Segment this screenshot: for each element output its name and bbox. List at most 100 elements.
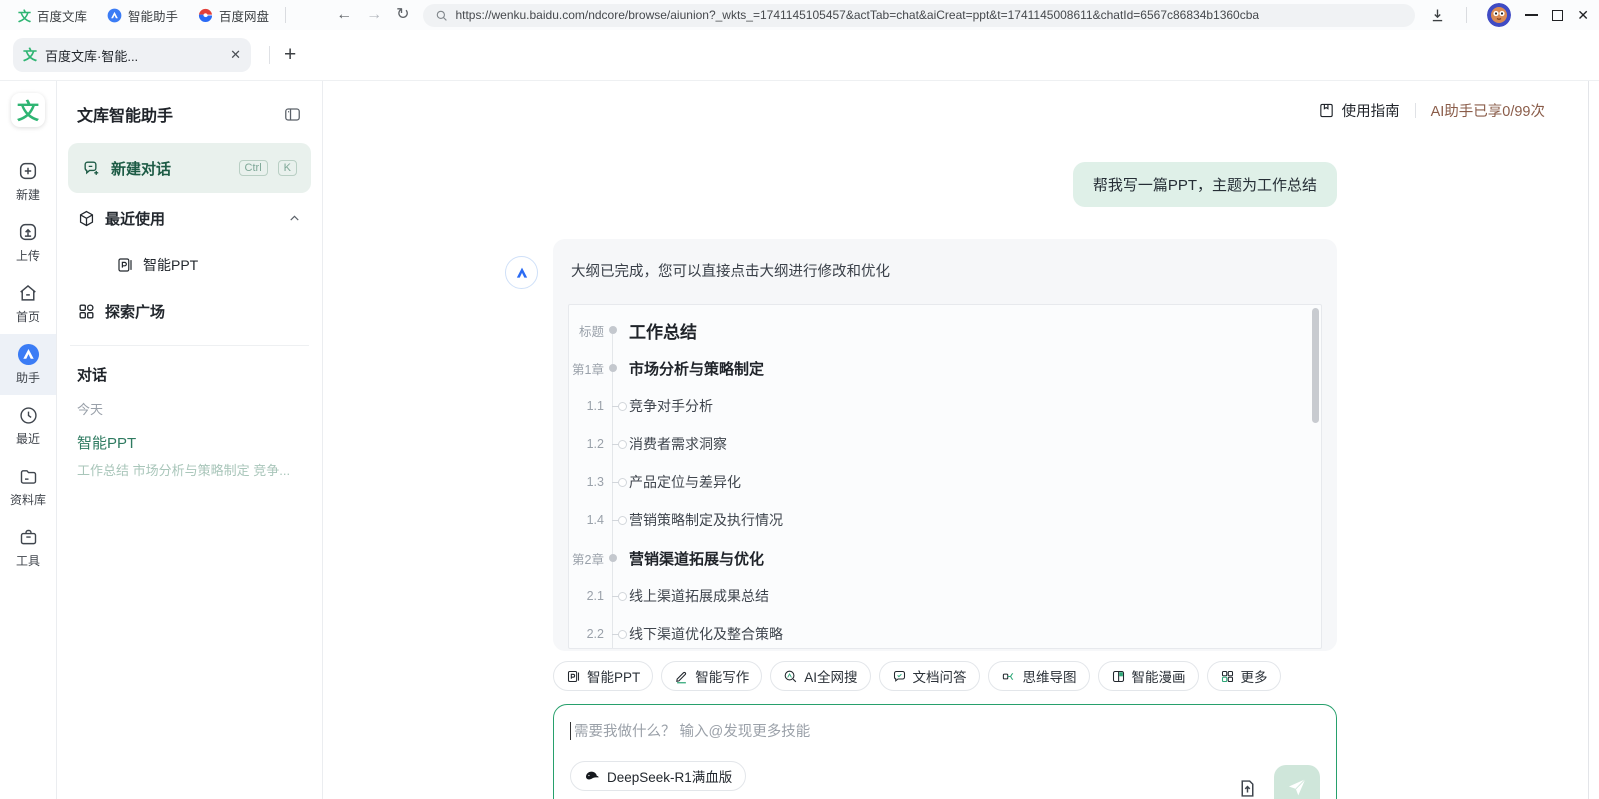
reload-icon[interactable]: ↻ — [396, 7, 409, 23]
sidebar-item-smart-ppt[interactable]: 智能PPT — [68, 244, 311, 286]
outline-row-chapter[interactable]: 第1章 市场分析与策略制定 — [569, 349, 1321, 387]
new-doc-icon — [16, 159, 40, 183]
skill-more[interactable]: 更多 — [1207, 661, 1281, 691]
bookmark-label: 智能助手 — [128, 6, 178, 25]
avatar-icon — [1487, 3, 1511, 27]
skill-ai-search[interactable]: AI全网搜 — [770, 661, 870, 691]
skill-label: 思维导图 — [1023, 666, 1077, 686]
conversation-item[interactable]: 智能PPT 工作总结 市场分析与策略制定 竞争... — [68, 422, 311, 489]
forward-icon[interactable]: → — [366, 7, 382, 23]
outline-row-text[interactable]: 市场分析与策略制定 — [629, 358, 764, 379]
skill-doc-qa[interactable]: 文档问答 — [879, 661, 980, 691]
skill-label: 文档问答 — [913, 666, 967, 686]
send-button[interactable] — [1274, 765, 1320, 799]
outline-row-section[interactable]: 1.1 竞争对手分析 — [569, 387, 1321, 425]
skill-label: 智能写作 — [695, 666, 749, 686]
outline-row-text[interactable]: 竞争对手分析 — [629, 396, 713, 416]
outline-dot — [609, 326, 617, 334]
tab-title: 百度文库·智能... — [45, 46, 222, 65]
rail-item-assistant[interactable]: 助手 — [0, 334, 56, 395]
outline-row-text[interactable]: 线下渠道优化及整合策略 — [629, 624, 783, 644]
recent-used-row[interactable]: 最近使用 — [68, 193, 311, 244]
outline-row-text[interactable]: 营销渠道拓展与优化 — [629, 548, 764, 569]
outline-row-text[interactable]: 营销策略制定及执行情况 — [629, 510, 783, 530]
outline-dot — [609, 554, 617, 562]
ai-logo-icon — [512, 263, 532, 283]
chat-main: 使用指南 AI助手已享0/99次 帮我写一篇PPT，主题为工作总结 大纲已完成，… — [323, 81, 1589, 799]
new-chat-button[interactable]: 新建对话 Ctrl K — [68, 143, 311, 193]
outline-row-chapter[interactable]: 第2章 营销渠道拓展与优化 — [569, 539, 1321, 577]
usage-guide-button[interactable]: 使用指南 — [1318, 100, 1400, 121]
outline-row-label: 1.1 — [569, 399, 613, 413]
usage-guide-label: 使用指南 — [1342, 100, 1400, 121]
outline-row-text[interactable]: 消费者需求洞察 — [629, 434, 727, 454]
ppt-outline-panel[interactable]: 标题 工作总结 第1章 市场分析与策略制定 1.1 竞争对手分析 — [568, 304, 1322, 649]
outline-row-text[interactable]: 线上渠道拓展成果总结 — [629, 586, 769, 606]
shortcut-k-badge: K — [278, 160, 297, 176]
tab-strip: 文 百度文库·智能... ✕ + — [0, 30, 1599, 81]
attach-file-icon[interactable] — [1237, 778, 1258, 799]
window-minimize-button[interactable] — [1525, 14, 1538, 16]
sidebar-item-label: 智能PPT — [143, 255, 198, 275]
toolbar-divider — [285, 7, 286, 23]
window-maximize-button[interactable] — [1552, 10, 1563, 21]
bookmark-wenku[interactable]: 文 百度文库 — [8, 6, 97, 25]
outline-row-text[interactable]: 工作总结 — [629, 318, 697, 343]
outline-row-section[interactable]: 1.2 消费者需求洞察 — [569, 425, 1321, 463]
wenku-logo[interactable]: 文 — [11, 93, 45, 127]
download-icon[interactable] — [1429, 7, 1446, 24]
window-close-button[interactable]: ✕ — [1577, 8, 1589, 22]
back-icon[interactable]: ← — [336, 7, 352, 23]
bookmark-assistant[interactable]: 智能助手 — [97, 6, 188, 25]
rail-item-recent[interactable]: 最近 — [0, 395, 56, 456]
rail-item-tools[interactable]: 工具 — [0, 517, 56, 578]
rail-item-upload[interactable]: 上传 — [0, 212, 56, 273]
explore-plaza-row[interactable]: 探索广场 — [68, 286, 311, 337]
skill-label: 更多 — [1241, 666, 1268, 686]
outline-row-label: 2.1 — [569, 589, 613, 603]
bookmark-netdisk[interactable]: 百度网盘 — [188, 6, 279, 25]
deepseek-whale-icon — [584, 768, 600, 784]
rail-item-library[interactable]: 资料库 — [0, 456, 56, 517]
outline-row-section[interactable]: 2.2 线下渠道优化及整合策略 — [569, 615, 1321, 649]
outline-circle — [618, 440, 627, 449]
rail-item-label: 助手 — [16, 369, 40, 386]
new-tab-button[interactable]: + — [284, 43, 296, 67]
tab-close-icon[interactable]: ✕ — [230, 47, 241, 63]
outline-row-label: 1.4 — [569, 513, 613, 527]
address-bar[interactable]: https://wenku.baidu.com/ndcore/browse/ai… — [423, 4, 1415, 27]
shortcut-ctrl-badge: Ctrl — [239, 160, 268, 176]
rail-item-home[interactable]: 首页 — [0, 273, 56, 334]
profile-avatar[interactable] — [1487, 3, 1511, 27]
ai-message-card: 大纲已完成，您可以直接点击大纲进行修改和优化 标题 工作总结 第1章 市场分析与… — [553, 239, 1337, 651]
skill-smart-ppt[interactable]: 智能PPT — [553, 661, 653, 691]
chevron-up-icon[interactable] — [287, 211, 302, 226]
sidebar-title: 文库智能助手 — [77, 102, 173, 126]
outline-row-section[interactable]: 1.3 产品定位与差异化 — [569, 463, 1321, 501]
skill-smart-writing[interactable]: 智能写作 — [661, 661, 762, 691]
comic-icon — [1111, 669, 1126, 684]
composer[interactable]: 需要我做什么？ 输入@发现更多技能 DeepSeek-R1满血版 — [553, 704, 1337, 799]
ppt-doc-icon — [566, 669, 581, 684]
browser-tab[interactable]: 文 百度文库·智能... ✕ — [13, 38, 251, 72]
toolbar-divider — [1466, 7, 1467, 23]
outline-scrollbar[interactable] — [1312, 308, 1319, 423]
netdisk-logo-icon — [198, 8, 213, 23]
outline-row-text[interactable]: 产品定位与差异化 — [629, 472, 741, 492]
model-selector-button[interactable]: DeepSeek-R1满血版 — [570, 761, 746, 791]
outline-row-section[interactable]: 1.4 营销策略制定及执行情况 — [569, 501, 1321, 539]
pen-icon — [674, 669, 689, 684]
model-name: DeepSeek-R1满血版 — [607, 766, 732, 786]
rail-item-new[interactable]: 新建 — [0, 151, 56, 212]
folder-icon — [16, 464, 40, 488]
new-chat-icon — [82, 159, 101, 178]
url-text: https://wenku.baidu.com/ndcore/browse/ai… — [455, 8, 1259, 22]
text-caret — [570, 722, 571, 740]
collapse-panel-icon[interactable] — [283, 105, 302, 124]
outline-row-title[interactable]: 标题 工作总结 — [569, 311, 1321, 349]
rail-item-label: 资料库 — [10, 491, 46, 508]
skill-mindmap[interactable]: 思维导图 — [988, 661, 1090, 691]
skill-smart-comic[interactable]: 智能漫画 — [1098, 661, 1199, 691]
outline-row-section[interactable]: 2.1 线上渠道拓展成果总结 — [569, 577, 1321, 615]
search-icon — [435, 9, 448, 22]
